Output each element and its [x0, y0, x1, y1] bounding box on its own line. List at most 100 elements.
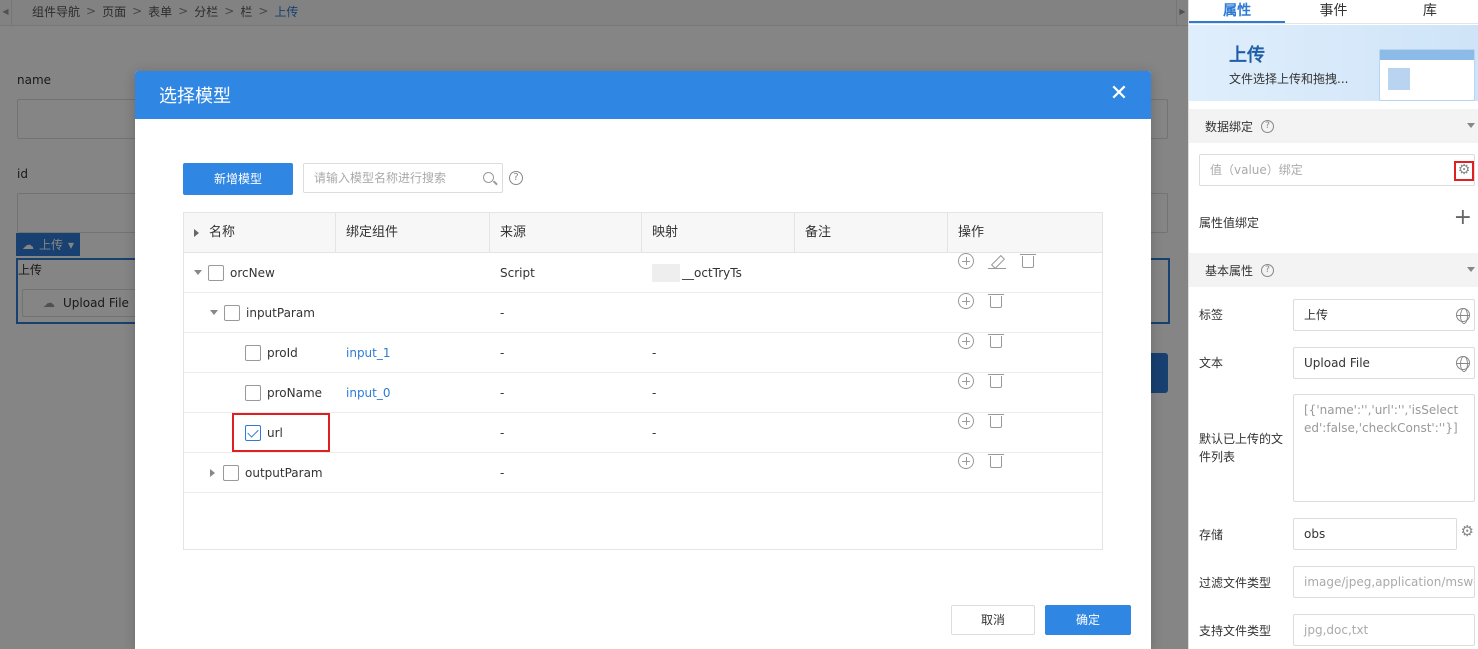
mapping-value: __octTryTs	[682, 265, 742, 280]
action-cell	[948, 292, 1102, 333]
table-row[interactable]: inputParam -	[184, 292, 1102, 333]
help-icon[interactable]: ?	[509, 171, 523, 185]
add-icon[interactable]	[958, 252, 974, 269]
delete-icon[interactable]	[988, 373, 1004, 389]
redacted-block	[652, 264, 680, 282]
cancel-button[interactable]: 取消	[951, 605, 1035, 635]
mapping-cell: -	[652, 345, 657, 360]
section-basic-properties[interactable]: 基本属性 ?	[1189, 253, 1478, 287]
column-header: 映射	[642, 213, 795, 253]
expand-toggle-icon[interactable]	[210, 468, 215, 477]
caret-right-icon[interactable]	[194, 228, 199, 237]
component-cell	[336, 253, 490, 293]
tab-properties[interactable]: 属性	[1189, 0, 1286, 23]
delete-icon[interactable]	[988, 293, 1004, 309]
table-row[interactable]: orcNew Script __octTryTs	[184, 252, 1102, 293]
prop-label: 支持文件类型	[1199, 624, 1272, 638]
column-label: 名称	[209, 225, 236, 240]
note-cell	[795, 373, 948, 413]
row-checkbox[interactable]	[208, 264, 224, 281]
row-checkbox[interactable]	[223, 464, 239, 481]
support-type-input[interactable]: jpg,doc,txt	[1293, 614, 1475, 646]
close-icon[interactable]: ✕	[1109, 83, 1129, 105]
attr-binding-label: 属性值绑定	[1199, 216, 1260, 230]
table-row[interactable]: proId input_1 - -	[184, 332, 1102, 373]
mapping-cell	[642, 453, 795, 493]
row-name: proId	[267, 345, 298, 360]
delete-icon[interactable]	[988, 453, 1004, 469]
expand-toggle-icon[interactable]	[210, 310, 218, 315]
add-icon[interactable]	[958, 412, 974, 429]
label-input[interactable]: 上传	[1293, 299, 1475, 331]
delete-icon[interactable]	[1020, 253, 1036, 269]
globe-icon[interactable]	[1456, 308, 1470, 324]
help-icon[interactable]: ?	[1261, 119, 1275, 133]
confirm-button[interactable]: 确定	[1045, 605, 1131, 635]
plus-icon[interactable]: +	[1454, 206, 1472, 230]
section-title: 数据绑定	[1205, 119, 1254, 134]
column-header: 绑定组件	[336, 213, 490, 253]
row-checkbox[interactable]	[224, 304, 240, 321]
column-header: 操作	[958, 225, 985, 240]
add-icon[interactable]	[958, 452, 974, 469]
mapping-cell: -	[652, 385, 657, 400]
tab-library[interactable]: 库	[1382, 0, 1478, 23]
add-icon[interactable]	[958, 372, 974, 389]
globe-icon[interactable]	[1456, 356, 1470, 372]
storage-value: obs	[1304, 527, 1326, 541]
model-table: 名称 绑定组件 来源 映射 备注 操作 orcNew Script __octT…	[183, 212, 1103, 550]
storage-input[interactable]: obs	[1293, 518, 1457, 550]
add-model-button[interactable]: 新增模型	[183, 163, 293, 195]
component-link[interactable]: input_0	[336, 373, 490, 413]
section-data-binding[interactable]: 数据绑定 ?	[1189, 109, 1478, 143]
section-title: 基本属性	[1205, 263, 1254, 278]
component-cell	[336, 293, 490, 333]
row-checkbox[interactable]	[245, 384, 261, 401]
source-cell: Script	[500, 265, 535, 280]
add-icon[interactable]	[958, 332, 974, 349]
column-header[interactable]: 名称	[184, 213, 336, 253]
tab-events[interactable]: 事件	[1285, 0, 1381, 23]
expand-toggle-icon[interactable]	[194, 270, 202, 275]
caret-down-icon	[1467, 123, 1475, 128]
gear-icon[interactable]: ⚙	[1454, 161, 1474, 181]
component-title: 上传	[1229, 45, 1265, 66]
source-cell: -	[500, 425, 505, 440]
default-file-list-textarea[interactable]: [{'name':'','url':'','isSelected':false,…	[1293, 394, 1475, 502]
action-cell	[948, 452, 1102, 493]
add-icon[interactable]	[958, 292, 974, 309]
prop-label: 默认已上传的文件列表	[1199, 432, 1284, 464]
action-cell	[948, 332, 1102, 373]
dialog-header: 选择模型 ✕	[135, 71, 1151, 119]
note-cell	[795, 333, 948, 373]
search-icon[interactable]	[483, 172, 494, 183]
note-cell	[795, 293, 948, 333]
row-name: inputParam	[246, 305, 315, 320]
mapping-cell: __octTryTs	[642, 253, 795, 293]
source-cell: -	[500, 465, 505, 480]
action-cell	[948, 252, 1102, 293]
gear-icon[interactable]: ⚙	[1461, 522, 1474, 540]
property-panel: 属性 事件 库 上传 文件选择上传和拖拽... 数据绑定 ? 值（value）绑…	[1188, 0, 1478, 649]
value-binding-field[interactable]: 值（value）绑定	[1199, 154, 1475, 186]
component-link[interactable]: input_1	[336, 333, 490, 373]
filter-type-input[interactable]: image/jpeg,application/msword	[1293, 566, 1475, 598]
table-row[interactable]: url - -	[184, 412, 1102, 453]
prop-label: 文本	[1199, 356, 1224, 370]
delete-icon[interactable]	[988, 333, 1004, 349]
mapping-cell	[642, 293, 795, 333]
label-value: 上传	[1304, 308, 1329, 322]
select-model-dialog: 选择模型 ✕ 新增模型 ? 名称 绑定组件 来源 映射 备注 操作 orcNew…	[135, 71, 1151, 649]
help-icon[interactable]: ?	[1261, 263, 1275, 277]
edit-icon[interactable]	[988, 253, 1006, 269]
prop-label: 过滤文件类型	[1199, 576, 1272, 590]
search-input[interactable]	[304, 164, 474, 192]
action-cell	[948, 412, 1102, 453]
text-input[interactable]: Upload File	[1293, 347, 1475, 379]
prop-label: 存储	[1199, 528, 1224, 542]
delete-icon[interactable]	[988, 413, 1004, 429]
table-row[interactable]: outputParam -	[184, 452, 1102, 493]
row-checkbox[interactable]	[245, 344, 261, 361]
component-desc: 文件选择上传和拖拽...	[1229, 72, 1349, 86]
table-row[interactable]: proName input_0 - -	[184, 372, 1102, 413]
